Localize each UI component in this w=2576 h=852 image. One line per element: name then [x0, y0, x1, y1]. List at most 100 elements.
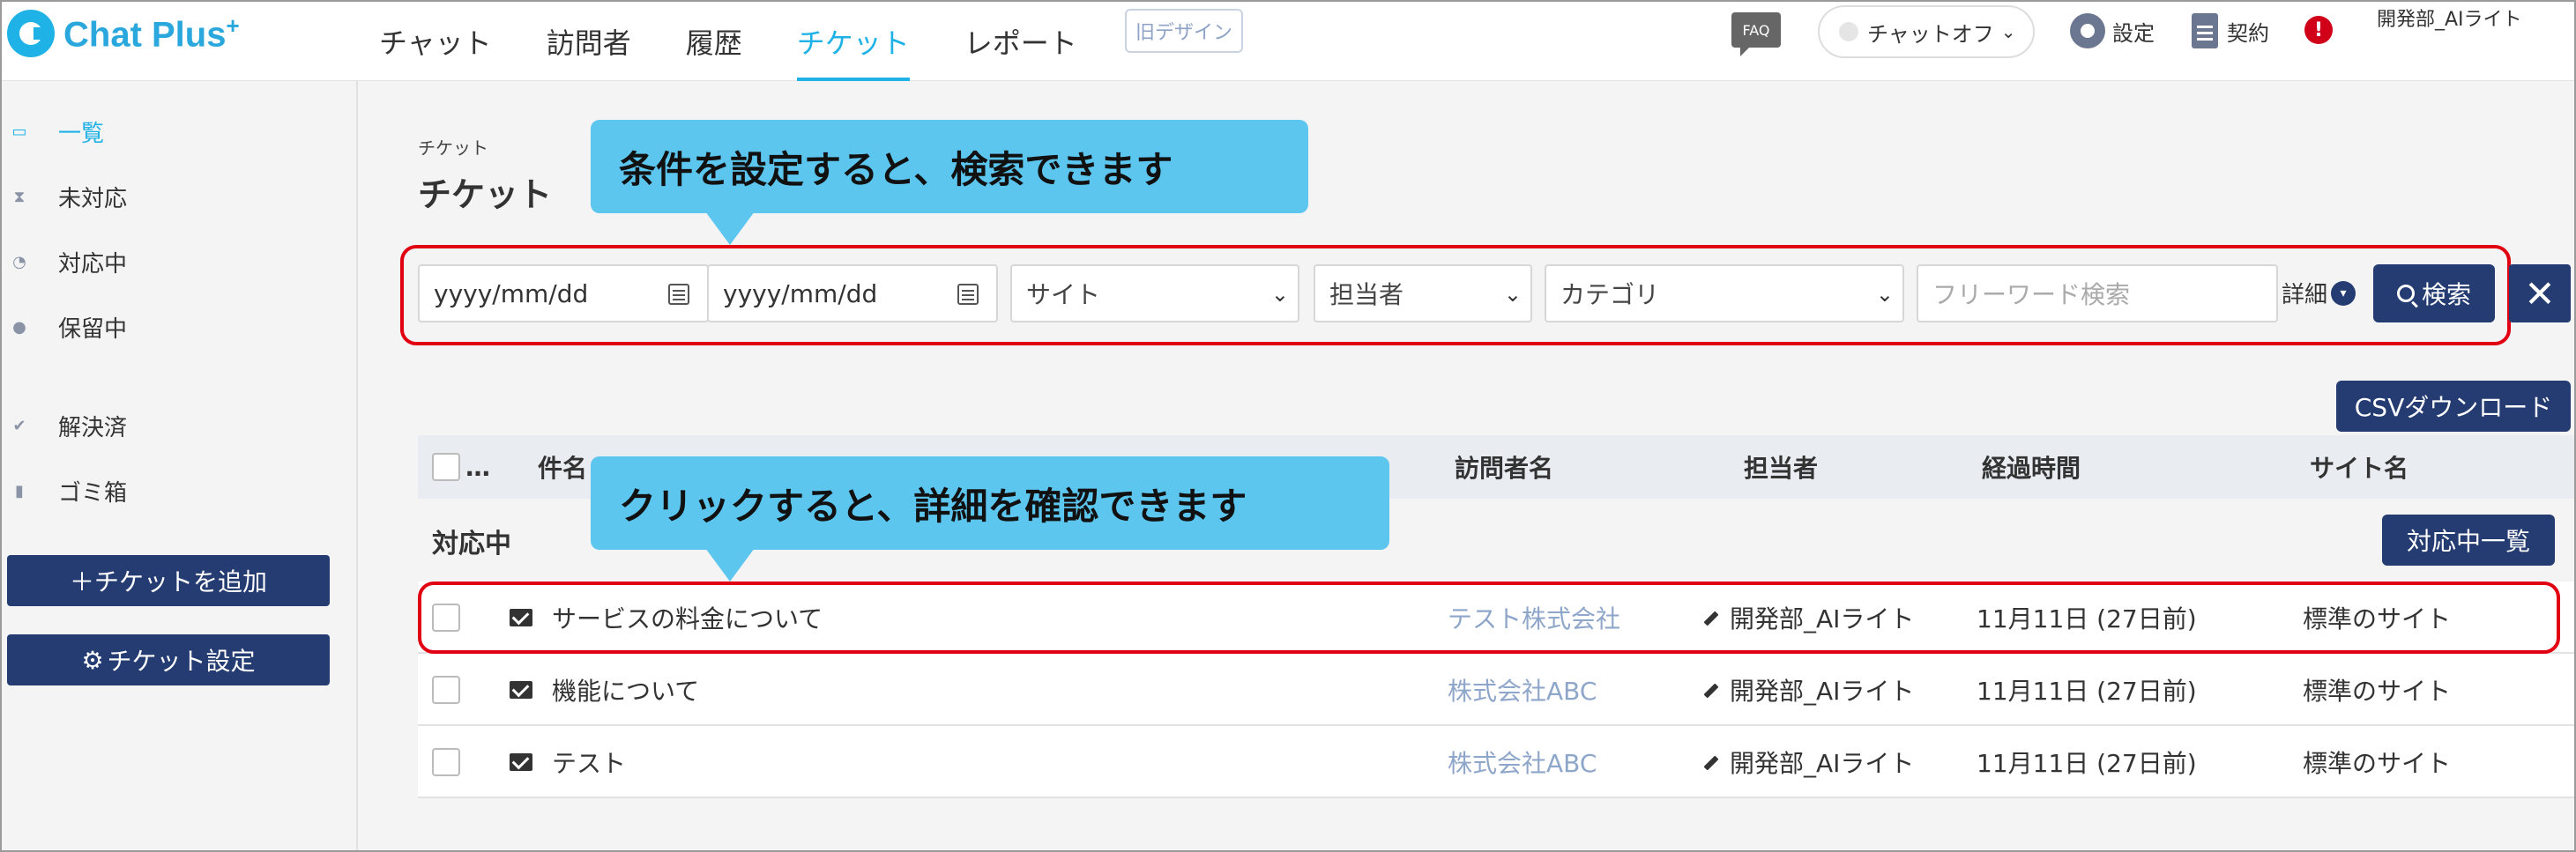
detail-toggle[interactable]: 詳細 ▾ [2282, 277, 2356, 309]
group-title: 対応中 [432, 529, 511, 559]
row-subject[interactable]: テスト [552, 726, 626, 798]
click-callout: クリックすると、詳細を確認できます [591, 456, 1389, 582]
envelope-icon [510, 681, 532, 699]
faq-icon[interactable]: FAQ [1731, 12, 1781, 56]
select-all-checkbox-cell[interactable]: … [432, 435, 490, 499]
chatplus-logo-icon [7, 10, 55, 57]
sidebar-item-label: 一覧 [58, 120, 105, 147]
pending-icon: ● [12, 317, 26, 337]
main-nav: チャット 訪問者 履歴 チケット レポート [379, 2, 1132, 81]
sidebar-item-unhandled[interactable]: ⧗ 未対応 [2, 174, 127, 219]
table-row[interactable]: テスト 株式会社ABC 開発部_AIライト 11月11日 (27日前) 標準のサ… [418, 726, 2574, 798]
calendar-icon[interactable] [668, 284, 689, 305]
ticket-settings-label: チケット設定 [107, 647, 256, 676]
top-header: Chat Plus+ チャット 訪問者 履歴 チケット レポート 旧デザイン F… [2, 2, 2574, 81]
faq-label: FAQ [1742, 21, 1770, 39]
gear-icon: ⚙ [81, 645, 104, 675]
csv-download-button[interactable]: CSVダウンロード [2336, 381, 2571, 432]
row-assignee: 開発部_AIライト [1730, 749, 1915, 778]
ticket-settings-button[interactable]: ⚙ チケット設定 [7, 634, 330, 685]
status-dot-icon [1839, 22, 1858, 41]
pencil-icon[interactable] [1701, 681, 1719, 699]
logo[interactable]: Chat Plus+ [7, 7, 240, 60]
row-elapsed: 11月11日 (27日前) [1977, 677, 2197, 706]
sidebar-item-in-progress[interactable]: ◔ 対応中 [2, 240, 127, 284]
settings-link[interactable]: 設定 [2070, 11, 2155, 51]
alert-icon[interactable]: ! [2304, 16, 2333, 44]
nav-chat[interactable]: チャット [379, 2, 492, 81]
trash-icon: ▮ [15, 481, 24, 500]
sidebar-item-list[interactable]: ▭ 一覧 [2, 109, 104, 153]
site-select-value: サイト [1026, 280, 1101, 309]
add-ticket-button[interactable]: ＋チケットを追加 [7, 555, 330, 606]
breadcrumb[interactable]: チケット [418, 134, 488, 159]
check-icon: ✔ [12, 416, 26, 435]
pencil-icon[interactable] [1701, 753, 1719, 771]
sidebar: ▭ 一覧 ⧗ 未対応 ◔ 対応中 ● 保留中 ✔ 解決済 ▮ ゴミ箱 ＋チケット… [2, 81, 358, 850]
chevron-down-icon: ⌄ [1270, 282, 1289, 307]
chevron-down-icon: ⌄ [2000, 21, 2016, 42]
date-from-input[interactable]: yyyy/mm/dd [418, 264, 709, 322]
assignee-select-value: 担当者 [1329, 280, 1404, 309]
date-from-value: yyyy/mm/dd [434, 278, 589, 308]
nav-tickets[interactable]: チケット [796, 2, 910, 81]
brand-name: Chat Plus+ [63, 11, 240, 55]
nav-reports[interactable]: レポート [964, 2, 1077, 81]
sidebar-item-pending[interactable]: ● 保留中 [2, 305, 127, 349]
category-select[interactable]: カテゴリ ⌄ [1545, 264, 1904, 322]
table-row[interactable]: 機能について 株式会社ABC 開発部_AIライト 11月11日 (27日前) 標… [418, 654, 2574, 726]
more-options-icon[interactable]: … [465, 453, 490, 482]
user-menu[interactable]: 開発部_AIライト [2377, 5, 2553, 35]
header-elapsed[interactable]: 経過時間 [1982, 435, 2081, 499]
document-icon [2192, 13, 2218, 48]
row-highlight-box [418, 582, 2560, 654]
chat-status-toggle[interactable]: チャットオフ ⌄ [1818, 5, 2035, 58]
header-site[interactable]: サイト名 [2310, 435, 2408, 499]
row-subject[interactable]: 機能について [552, 654, 699, 726]
keyword-placeholder: フリーワード検索 [1932, 280, 2131, 309]
search-callout: 条件を設定すると、検索できます [591, 120, 1308, 245]
header-visitor[interactable]: 訪問者名 [1455, 435, 1553, 499]
header-subject[interactable]: 件名 [538, 435, 587, 499]
nav-visitors[interactable]: 訪問者 [547, 2, 631, 81]
contract-link[interactable]: 契約 [2192, 11, 2269, 51]
date-to-value: yyyy/mm/dd [723, 278, 878, 308]
calendar-icon[interactable] [957, 284, 979, 305]
category-select-value: カテゴリ [1560, 280, 1660, 309]
envelope-icon [510, 753, 532, 771]
chevron-down-icon: ▾ [2331, 280, 2356, 306]
sidebar-item-label: 解決済 [58, 414, 128, 441]
sidebar-item-label: ゴミ箱 [58, 479, 128, 507]
detail-label: 詳細 [2282, 282, 2328, 308]
old-design-button[interactable]: 旧デザイン [1125, 9, 1243, 53]
sidebar-item-trash[interactable]: ▮ ゴミ箱 [2, 469, 127, 513]
date-to-input[interactable]: yyyy/mm/dd [707, 264, 998, 322]
in-progress-list-button[interactable]: 対応中一覧 [2382, 515, 2555, 566]
search-label: 検索 [2421, 280, 2471, 309]
sidebar-item-label: 未対応 [58, 185, 128, 212]
chat-status-label: チャットオフ [1867, 21, 1994, 47]
site-select[interactable]: サイト ⌄ [1010, 264, 1299, 322]
keyword-search-input[interactable]: フリーワード検索 [1917, 264, 2278, 322]
row-visitor[interactable]: 株式会社ABC [1448, 726, 1597, 798]
search-button[interactable]: 検索 [2373, 264, 2495, 322]
sidebar-item-label: 保留中 [58, 315, 128, 343]
close-filter-button[interactable]: ✕ [2509, 264, 2571, 322]
assignee-select[interactable]: 担当者 ⌄ [1314, 264, 1532, 322]
list-icon: ▭ [11, 122, 27, 141]
hourglass-icon: ⧗ [13, 187, 26, 206]
row-checkbox[interactable] [432, 748, 460, 776]
nav-history[interactable]: 履歴 [686, 2, 742, 81]
chevron-down-icon: ⌄ [1503, 282, 1522, 307]
row-visitor[interactable]: 株式会社ABC [1448, 654, 1597, 726]
sidebar-item-resolved[interactable]: ✔ 解決済 [2, 404, 127, 448]
gear-icon [2070, 13, 2105, 48]
in-progress-icon: ◔ [12, 252, 26, 271]
page-title: チケット [418, 175, 553, 214]
search-icon [2396, 285, 2415, 302]
header-assignee[interactable]: 担当者 [1744, 435, 1818, 499]
row-checkbox[interactable] [432, 676, 460, 704]
row-site: 標準のサイト [2303, 749, 2452, 778]
row-assignee: 開発部_AIライト [1730, 677, 1915, 706]
select-all-checkbox[interactable] [432, 453, 460, 481]
